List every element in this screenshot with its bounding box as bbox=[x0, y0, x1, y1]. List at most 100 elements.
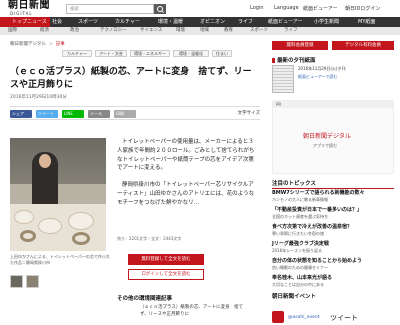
topic-title: Jリーグ最強クラブ決定戦 bbox=[272, 241, 329, 247]
search-icon[interactable] bbox=[154, 4, 166, 14]
login-link[interactable]: Login bbox=[250, 5, 264, 11]
subnav-item[interactable]: サイエンス bbox=[140, 28, 162, 34]
topic-title: 「不動産投資が日本で一番多いのは？」 bbox=[272, 207, 363, 213]
print-icon: 印刷 bbox=[116, 111, 124, 116]
twitter-widget[interactable]: @asahi_event ツイート bbox=[272, 311, 394, 325]
language-link[interactable]: Language bbox=[274, 5, 299, 11]
search-input[interactable]: 検索 bbox=[66, 4, 154, 14]
breadcrumb: 朝日新聞デジタル > 記事 bbox=[10, 42, 65, 47]
article-date: 2016年11月29日16時30分 bbox=[10, 95, 67, 100]
article-char-count: 残り：2201文字／全文：2443文字 bbox=[117, 236, 182, 241]
main-nav: トップニュース 社会 スポーツ カルチャー 環境・温暖 オピニオン ライフ 紙面… bbox=[0, 17, 400, 27]
article-title: （ｅｃｏ活プラス）紙製の芯、アートに変身 捨てず、リースや正月飾りに bbox=[10, 67, 252, 90]
asahi-id-link[interactable]: 朝日IDログイン bbox=[345, 5, 380, 12]
mail-icon: メール bbox=[90, 111, 102, 116]
print-button[interactable]: 印刷 bbox=[114, 110, 136, 118]
subnav-item[interactable]: 教育 bbox=[224, 28, 233, 34]
topic-desc: 大切なことは自分の中にある bbox=[272, 282, 324, 287]
photo-shelf bbox=[10, 184, 106, 204]
share-bar: シェア ツイート LINE メール 印刷 文字サイズ bbox=[10, 106, 260, 120]
nav-item-sports[interactable]: スポーツ bbox=[78, 19, 98, 25]
photo-wreath bbox=[20, 230, 36, 242]
nav-item-viewer[interactable]: 紙面ビューアー bbox=[268, 19, 303, 25]
nav-item-society[interactable]: 社会 bbox=[52, 19, 62, 25]
free-register-button[interactable]: 無料会員登録 bbox=[272, 41, 328, 50]
photo-wreath bbox=[72, 232, 90, 245]
article-body: トイレットペーパーの使用量は、メーカーによると３人家族で年間約２００ロール。ごみ… bbox=[117, 138, 257, 216]
subnav-item[interactable]: 地域 bbox=[200, 28, 209, 34]
ad-header bbox=[273, 101, 393, 108]
topic-title: 食べ方次第で冷えが改善の温泉宿？ bbox=[272, 224, 353, 230]
nav-item-my[interactable]: MY紙面 bbox=[358, 19, 375, 25]
tag-button[interactable]: アート・文芸 bbox=[95, 50, 127, 57]
twitter-share-button[interactable]: ツイート bbox=[36, 110, 58, 118]
site-header: 朝日新聞 DIGITAL 検索 Login Language 紙面ビューアー 朝… bbox=[0, 0, 400, 17]
ad-box[interactable]: PR 朝日新聞デジタル アプリで読む bbox=[272, 100, 394, 174]
related-article-link[interactable]: （ｅｃｏ活プラス）紙製の芯、アートに変身 捨てず、リースや正月飾りに bbox=[140, 305, 250, 318]
event-heading: 朝日新聞イベント bbox=[272, 294, 317, 300]
paywall-fade bbox=[117, 217, 257, 235]
facebook-share-button[interactable]: シェア bbox=[10, 110, 32, 118]
mail-share-button[interactable]: メール bbox=[88, 110, 110, 118]
photo-artwork bbox=[38, 218, 62, 234]
topic-desc: 2016年シーズンを振り返る bbox=[272, 248, 322, 253]
paid-member-button[interactable]: デジタル有料会員 bbox=[332, 41, 394, 50]
subnav-item[interactable]: 経済 bbox=[40, 28, 49, 34]
nav-item-kids[interactable]: 小学生新聞 bbox=[314, 19, 339, 25]
paper-thumbnail[interactable] bbox=[272, 65, 294, 93]
latest-paper-heading: 最新の夕刊紙面 bbox=[272, 56, 316, 64]
line-icon: LINE bbox=[64, 111, 73, 116]
subnav-item[interactable]: 政治 bbox=[70, 28, 79, 34]
photo-face bbox=[39, 154, 51, 168]
twitter-avatar-icon bbox=[272, 311, 284, 323]
paper-date: 2016年11月29日(火)夕刊 bbox=[298, 66, 346, 71]
topic-desc: 全国のホット資産を選ぶ気持ち bbox=[272, 214, 328, 219]
topic-desc: 寒い季節に行きたい冬宿の旅 bbox=[272, 231, 324, 236]
font-size-control[interactable]: 文字サイズ bbox=[238, 110, 260, 116]
nav-item-environment[interactable]: 環境・温暖 bbox=[158, 19, 183, 25]
line-share-button[interactable]: LINE bbox=[62, 110, 84, 118]
ad-title: 朝日新聞デジタル bbox=[303, 133, 351, 140]
photo-thumbnail[interactable] bbox=[10, 275, 23, 288]
topic-title: 自分の体の状態を知ることから始めよう bbox=[272, 258, 363, 264]
paper-viewer-link[interactable]: 紙面ビューアーで読む bbox=[298, 74, 337, 80]
subnav-item[interactable]: スポーツ bbox=[250, 28, 268, 34]
tag-button[interactable]: 環境・温暖化 bbox=[173, 50, 209, 57]
subnav-item[interactable]: 環境 bbox=[176, 28, 185, 34]
subnav-item[interactable]: ライフ bbox=[284, 28, 298, 34]
topic-desc: ホンモノの大人に贈る新車情報 bbox=[272, 197, 328, 202]
topic-title: BMW7シリーズで語られる新機能の数々 bbox=[272, 190, 365, 196]
site-logo[interactable]: 朝日新聞 bbox=[8, 1, 50, 11]
nav-item-top[interactable]: トップニュース bbox=[0, 17, 50, 27]
twitter-icon: ツイート bbox=[38, 111, 54, 116]
register-read-button[interactable]: 無料登録して全文を読む bbox=[128, 254, 204, 265]
nav-item-opinion[interactable]: オピニオン bbox=[200, 19, 225, 25]
breadcrumb-home[interactable]: 朝日新聞デジタル bbox=[10, 42, 46, 47]
tag-button[interactable]: カルチャー bbox=[62, 50, 92, 57]
twitter-handle[interactable]: @asahi_event bbox=[288, 315, 320, 320]
subnav-item[interactable]: テクノロジー bbox=[100, 28, 127, 34]
nav-item-culture[interactable]: カルチャー bbox=[115, 19, 140, 25]
topics-heading: 注目のトピックス bbox=[272, 179, 394, 189]
photo-artwork bbox=[14, 210, 34, 224]
viewer-link[interactable]: 紙面ビューアー bbox=[303, 5, 338, 12]
photo-caption: 上田ゆかさんによる、トイレットペーパーの芯で作られた作品＝静岡県掛川市 bbox=[10, 254, 110, 265]
topic-title: 奉名桂木、山本来光が語る bbox=[272, 275, 333, 281]
facebook-icon: シェア bbox=[12, 111, 24, 116]
tweet-label: ツイート bbox=[330, 314, 358, 322]
tag-button[interactable]: 環境・エネルギー bbox=[130, 50, 170, 57]
article-paragraph: 静岡県掛川市の「トイレットペーパー芯リサイクルアーティスト」山田ゆかさんのアトリ… bbox=[117, 182, 255, 206]
login-read-button[interactable]: ログインして全文を読む bbox=[128, 269, 204, 280]
related-heading: その他の環境関連記事 bbox=[117, 296, 173, 302]
ad-subtitle: アプリで読む bbox=[313, 143, 337, 148]
topic-desc: 良い睡眠のための健康セミナー bbox=[272, 265, 328, 270]
ad-label: PR bbox=[276, 102, 282, 107]
photo-thumbnail[interactable] bbox=[26, 275, 39, 288]
sub-nav: 国際 経済 政治 テクノロジー サイエンス 環境 地域 教育 スポーツ ライフ bbox=[0, 27, 400, 35]
subnav-item[interactable]: 国際 bbox=[8, 28, 17, 34]
article-photo[interactable] bbox=[10, 138, 106, 251]
breadcrumb-current: 記事 bbox=[55, 42, 65, 47]
tag-button[interactable]: 住まい bbox=[212, 50, 232, 57]
nav-item-life[interactable]: ライフ bbox=[238, 19, 253, 25]
latest-paper-box: 最新の夕刊紙面 2016年11月29日(火)夕刊 紙面ビューアーで読む bbox=[272, 56, 394, 96]
